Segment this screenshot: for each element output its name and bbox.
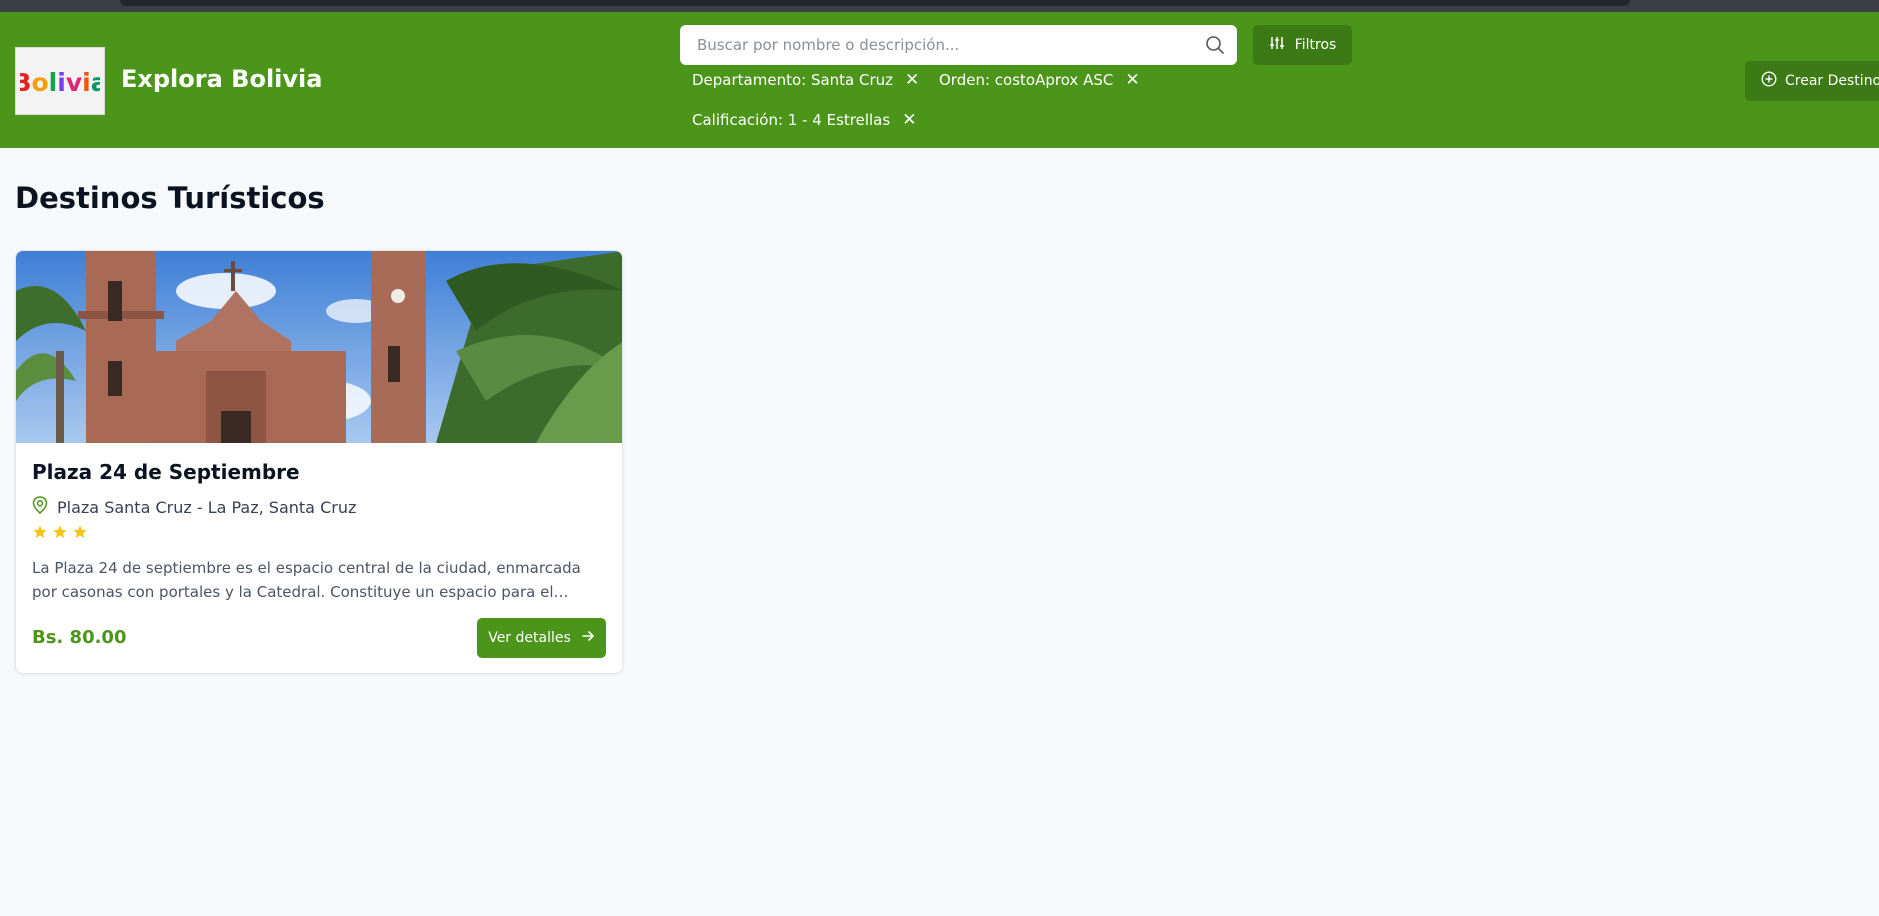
bolivia-logo[interactable]: Bolivia — [15, 47, 105, 115]
search-box — [680, 25, 1237, 65]
destination-card: Plaza 24 de Septiembre Plaza Santa Cruz … — [15, 250, 623, 674]
brand-title: Explora Bolivia — [121, 65, 323, 93]
browser-tab-bar — [120, 0, 1630, 6]
arrow-right-icon — [581, 629, 595, 647]
filter-chip-label: Departamento: Santa Cruz — [692, 71, 894, 89]
destination-location: Plaza Santa Cruz - La Paz, Santa Cruz — [32, 496, 356, 518]
filter-chip-departamento: Departamento: Santa Cruz ✕ — [692, 71, 919, 89]
filter-chip-calificacion: Calificación: 1 - 4 Estrellas ✕ — [692, 111, 916, 129]
close-icon[interactable]: ✕ — [1125, 71, 1139, 89]
search-icon[interactable] — [1205, 35, 1225, 59]
destination-location-text: Plaza Santa Cruz - La Paz, Santa Cruz — [57, 497, 357, 517]
view-details-button[interactable]: Ver detalles — [477, 618, 606, 658]
page-title: Destinos Turísticos — [15, 181, 325, 215]
destination-image — [16, 251, 622, 443]
create-destination-button[interactable]: Crear Destino — [1745, 61, 1879, 101]
filter-chip-orden: Orden: costoAprox ASC ✕ — [939, 71, 1140, 89]
filter-chip-label: Calificación: 1 - 4 Estrellas — [692, 111, 891, 129]
star-icon — [33, 525, 47, 538]
rating-stars — [32, 524, 88, 540]
close-icon[interactable]: ✕ — [905, 71, 919, 89]
create-destination-label: Crear Destino — [1785, 73, 1879, 89]
filter-chip-label: Orden: costoAprox ASC — [939, 71, 1114, 89]
destination-description: La Plaza 24 de septiembre es el espacio … — [32, 556, 610, 604]
view-details-label: Ver detalles — [488, 630, 571, 646]
plus-circle-icon — [1761, 71, 1777, 91]
search-input[interactable] — [695, 25, 1195, 65]
filters-button[interactable]: Filtros — [1253, 25, 1352, 65]
star-icon — [73, 525, 87, 538]
map-pin-icon — [32, 496, 48, 518]
destination-description-text: La Plaza 24 de septiembre es el espacio … — [32, 559, 581, 601]
app-header: Bolivia Explora Bolivia Filtros — [0, 12, 1879, 148]
logo-wordmark: Bolivia — [20, 68, 100, 97]
browser-top-strip — [0, 0, 1879, 12]
close-icon[interactable]: ✕ — [902, 111, 916, 129]
destination-title: Plaza 24 de Septiembre — [32, 460, 300, 484]
bolivia-logo-icon: Bolivia — [20, 68, 100, 97]
filters-label: Filtros — [1294, 37, 1337, 53]
star-icon — [53, 525, 67, 538]
destination-price: Bs. 80.00 — [32, 627, 127, 648]
sliders-icon — [1269, 35, 1285, 55]
